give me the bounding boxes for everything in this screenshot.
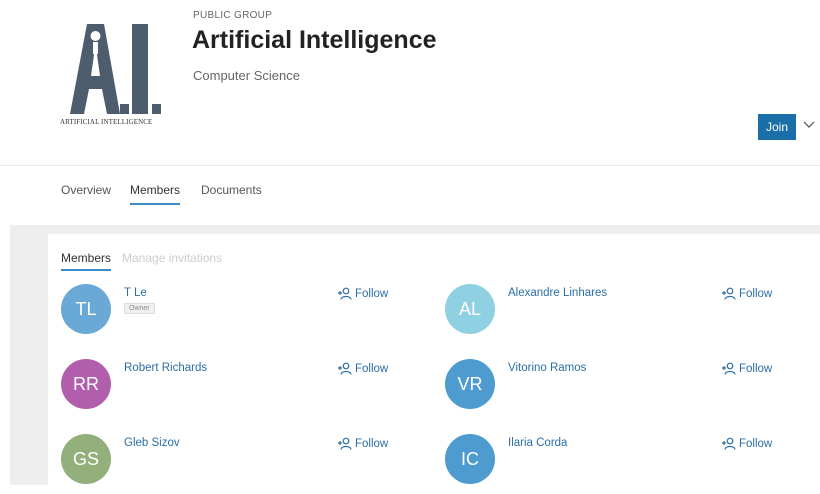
owner-badge: Owner [124, 303, 155, 314]
follow-button[interactable]: Follow [721, 362, 772, 375]
logo-caption: ARTIFICIAL INTELLIGENCE [60, 118, 153, 126]
member-item: IC Ilaria Corda Follow [445, 434, 805, 494]
member-item: GS Gleb Sizov Follow [61, 434, 421, 494]
add-user-icon [722, 437, 736, 450]
tab-bar: Overview Members Documents [0, 166, 820, 224]
member-item: VR Vitorino Ramos Follow [445, 359, 805, 419]
member-item: RR Robert Richards Follow [61, 359, 421, 419]
avatar[interactable]: IC [445, 434, 495, 484]
follow-label: Follow [739, 437, 773, 450]
member-name[interactable]: Vitorino Ramos [508, 362, 586, 374]
tab-members[interactable]: Members [130, 183, 181, 205]
members-card: Members Manage invitations TL T Le Owner… [48, 234, 820, 485]
member-name[interactable]: T Le [124, 287, 147, 299]
follow-button[interactable]: Follow [721, 287, 772, 300]
follow-label: Follow [739, 287, 773, 300]
subtab-members[interactable]: Members [61, 251, 112, 271]
page-title: Artificial Intelligence [192, 26, 437, 54]
member-name[interactable]: Gleb Sizov [124, 437, 180, 449]
avatar[interactable]: AL [445, 284, 495, 334]
member-item: AL Alexandre Linhares Follow [445, 284, 805, 344]
follow-button[interactable]: Follow [337, 287, 388, 300]
avatar[interactable]: VR [445, 359, 495, 409]
add-user-icon [722, 362, 736, 375]
add-user-icon [338, 437, 352, 450]
add-user-icon [338, 287, 352, 300]
subtab-manage-invitations[interactable]: Manage invitations [122, 251, 222, 265]
member-item: TL T Le Owner Follow [61, 284, 421, 344]
tab-documents[interactable]: Documents [201, 183, 262, 197]
group-category: Computer Science [193, 68, 300, 83]
member-name[interactable]: Ilaria Corda [508, 437, 567, 449]
join-button[interactable]: Join [758, 114, 797, 140]
member-name[interactable]: Robert Richards [124, 362, 207, 374]
follow-label: Follow [355, 287, 389, 300]
add-user-icon [722, 287, 736, 300]
group-logo [70, 24, 161, 114]
add-user-icon [338, 362, 352, 375]
group-type-label: PUBLIC GROUP [193, 10, 273, 21]
follow-label: Follow [355, 437, 389, 450]
chevron-down-icon[interactable] [802, 118, 816, 132]
avatar[interactable]: GS [61, 434, 111, 484]
member-name[interactable]: Alexandre Linhares [508, 287, 607, 299]
avatar[interactable]: RR [61, 359, 111, 409]
follow-button[interactable]: Follow [721, 437, 772, 450]
follow-button[interactable]: Follow [337, 437, 388, 450]
follow-label: Follow [739, 362, 773, 375]
avatar[interactable]: TL [61, 284, 111, 334]
group-header: ARTIFICIAL INTELLIGENCE PUBLIC GROUP Art… [0, 0, 820, 166]
follow-label: Follow [355, 362, 389, 375]
follow-button[interactable]: Follow [337, 362, 388, 375]
tab-overview[interactable]: Overview [61, 183, 111, 197]
